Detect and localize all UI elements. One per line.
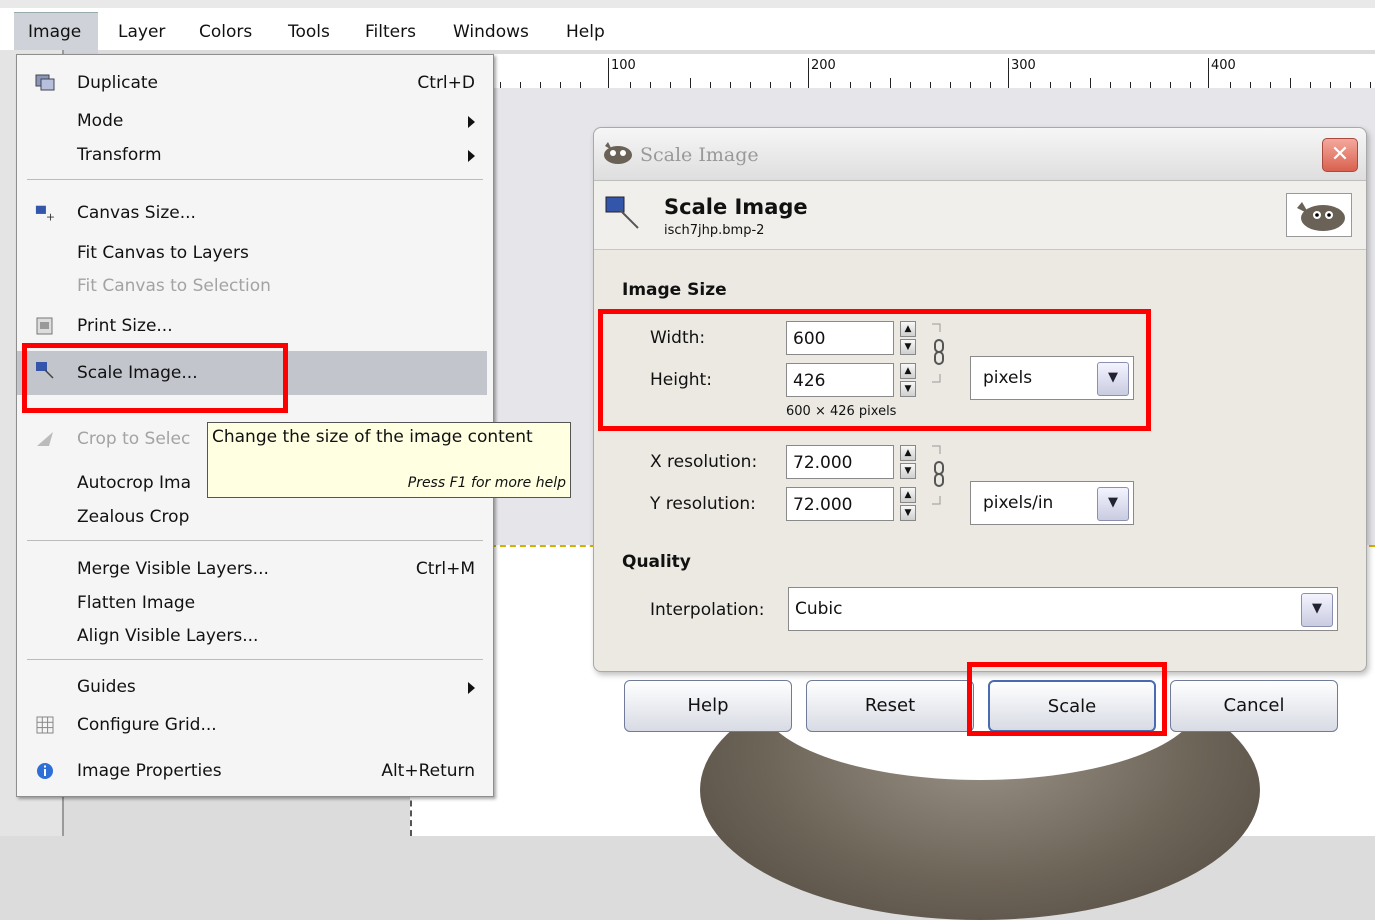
menubar-colors[interactable]: Colors: [199, 22, 252, 42]
svg-text:+: +: [46, 210, 55, 222]
menu-item-label: Fit Canvas to Layers: [77, 243, 249, 263]
menu-item-canvas-size[interactable]: + Canvas Size...: [17, 197, 493, 229]
menu-item-shortcut: Ctrl+M: [415, 559, 475, 579]
menu-item-label: Flatten Image: [77, 593, 196, 613]
x-resolution-label: X resolution:: [650, 452, 758, 472]
scale-image-icon: [605, 196, 639, 229]
dialog-window-title: Scale Image: [640, 144, 759, 166]
image-size-section-label: Image Size: [622, 280, 727, 300]
menu-item-fit-canvas-to-layers[interactable]: Fit Canvas to Layers: [17, 237, 493, 269]
spin-down-icon[interactable]: ▼: [900, 505, 916, 521]
horizontal-ruler[interactable]: 100 200 300 400: [490, 54, 1375, 89]
menu-item-label: Transform: [77, 145, 162, 165]
chevron-down-icon[interactable]: ▼: [1301, 593, 1333, 627]
duplicate-icon: [35, 74, 55, 91]
menu-item-label: Print Size...: [77, 316, 173, 336]
menu-item-guides[interactable]: Guides: [17, 671, 493, 703]
reset-button[interactable]: Reset: [806, 680, 974, 732]
menu-item-label: Guides: [77, 677, 136, 697]
ruler-label-400: 400: [1211, 58, 1236, 73]
chain-link-icon[interactable]: [928, 444, 950, 506]
canvas-size-icon: +: [35, 205, 55, 222]
gimp-logo-icon: [604, 142, 632, 164]
menu-item-shortcut: Alt+Return: [381, 761, 475, 781]
menu-item-label: Autocrop Ima: [77, 473, 192, 493]
menu-item-label: Crop to Selec: [77, 429, 191, 449]
grid-icon: [36, 716, 54, 734]
submenu-arrow-icon: [468, 116, 475, 128]
menubar-tools[interactable]: Tools: [288, 22, 330, 42]
x-resolution-spinner[interactable]: ▲ ▼: [900, 445, 916, 479]
cancel-button[interactable]: Cancel: [1170, 680, 1338, 732]
spin-down-icon[interactable]: ▼: [900, 463, 916, 479]
annotation-highlight-scale-button: [967, 662, 1167, 736]
menu-separator: [27, 659, 483, 660]
interpolation-label: Interpolation:: [650, 600, 765, 620]
submenu-arrow-icon: [468, 682, 475, 694]
y-resolution-spinner[interactable]: ▲ ▼: [900, 487, 916, 521]
resolution-unit-value: pixels/in: [983, 493, 1054, 513]
interpolation-select[interactable]: Cubic ▼: [788, 587, 1338, 631]
quality-section-label: Quality: [622, 552, 691, 572]
tooltip: Change the size of the image content Pre…: [207, 422, 571, 498]
y-resolution-label: Y resolution:: [650, 494, 756, 514]
spin-up-icon[interactable]: ▲: [900, 487, 916, 503]
help-button[interactable]: Help: [624, 680, 792, 732]
dialog-header-title: Scale Image: [664, 195, 808, 219]
ruler-label-300: 300: [1011, 58, 1036, 73]
menu-item-label: Image Properties: [77, 761, 222, 781]
menu-item-zealous-crop[interactable]: Zealous Crop: [17, 501, 493, 533]
menu-item-fit-canvas-to-selection: Fit Canvas to Selection: [17, 270, 493, 302]
dialog-header: Scale Image isch7jhp.bmp-2: [594, 181, 1366, 250]
spin-up-icon[interactable]: ▲: [900, 445, 916, 461]
menu-item-label: Zealous Crop: [77, 507, 190, 527]
menubar-help[interactable]: Help: [566, 22, 605, 42]
info-icon: [37, 763, 53, 779]
menu-item-merge-visible-layers[interactable]: Merge Visible Layers... Ctrl+M: [17, 553, 493, 585]
menu-item-label: Fit Canvas to Selection: [77, 276, 271, 296]
submenu-arrow-icon: [468, 150, 475, 162]
menu-separator: [27, 540, 483, 541]
x-resolution-input[interactable]: 72.000: [786, 445, 894, 479]
thumbnail-icon: [1297, 202, 1345, 231]
menu-item-configure-grid[interactable]: Configure Grid...: [17, 709, 493, 741]
interpolation-value: Cubic: [795, 599, 843, 619]
menubar-layer[interactable]: Layer: [118, 22, 165, 42]
menu-item-image-properties[interactable]: Image Properties Alt+Return: [17, 755, 493, 787]
ruler-label-100: 100: [611, 58, 636, 73]
annotation-highlight-scale-menu: [22, 343, 288, 413]
menu-item-label: Align Visible Layers...: [77, 626, 259, 646]
menu-item-align-visible-layers[interactable]: Align Visible Layers...: [17, 620, 493, 652]
dialog-titlebar[interactable]: Scale Image ✕: [594, 128, 1366, 181]
annotation-highlight-image-size: [598, 309, 1151, 431]
menu-item-label: Configure Grid...: [77, 715, 217, 735]
menu-item-shortcut: Ctrl+D: [417, 73, 475, 93]
menu-item-print-size[interactable]: Print Size...: [17, 310, 493, 342]
menu-item-transform[interactable]: Transform: [17, 139, 493, 171]
window-top-border: [0, 0, 1375, 8]
image-thumbnail: [1286, 193, 1352, 237]
menu-item-label: Mode: [77, 111, 124, 131]
menu-item-label: Merge Visible Layers...: [77, 559, 269, 579]
y-resolution-input[interactable]: 72.000: [786, 487, 894, 521]
menu-separator: [27, 179, 483, 180]
menu-item-label: Canvas Size...: [77, 203, 196, 223]
dialog-header-subtitle: isch7jhp.bmp-2: [664, 223, 765, 238]
menubar-image[interactable]: Image: [28, 22, 81, 42]
menu-item-flatten-image[interactable]: Flatten Image: [17, 587, 493, 619]
crop-icon: [37, 432, 53, 446]
ruler-label-200: 200: [811, 58, 836, 73]
menu-item-duplicate[interactable]: Duplicate Ctrl+D: [17, 67, 493, 99]
resolution-unit-select[interactable]: pixels/in ▼: [970, 481, 1134, 525]
menu-item-label: Duplicate: [77, 73, 158, 93]
chevron-down-icon[interactable]: ▼: [1097, 487, 1129, 521]
tooltip-text: Change the size of the image content: [212, 427, 533, 447]
print-size-icon: [36, 317, 53, 335]
tooltip-hint: Press F1 for more help: [407, 475, 566, 491]
close-icon[interactable]: ✕: [1322, 138, 1358, 172]
menubar-filters[interactable]: Filters: [365, 22, 416, 42]
menu-item-mode[interactable]: Mode: [17, 105, 493, 137]
menubar-windows[interactable]: Windows: [453, 22, 529, 42]
